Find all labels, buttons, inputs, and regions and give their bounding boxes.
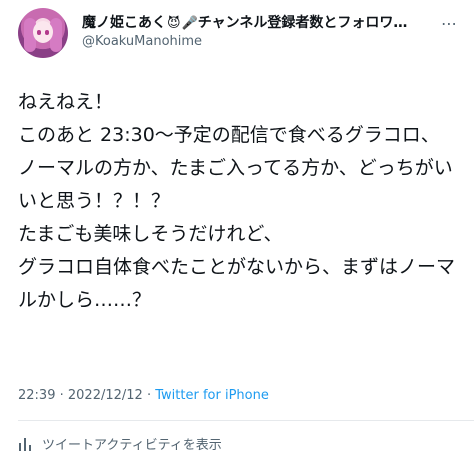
tweet-text: ねえねえ！ このあと 23:30〜予定の配信で食べるグラコロ、 ノーマルの方か、…: [18, 91, 456, 311]
view-activity-link[interactable]: ツイートアクティビティを表示: [18, 434, 222, 455]
tweet-header: 魔ノ姫こあく😈🎤チャンネル登録者数とフォロワ… @KoakuManohime ⋯: [18, 6, 458, 62]
user-handle[interactable]: @KoakuManohime: [82, 34, 202, 49]
display-name-suffix: チャンネル登録者数とフォロワ…: [197, 15, 408, 31]
avatar-face: [33, 21, 53, 43]
more-options-icon[interactable]: ⋯: [441, 14, 458, 33]
display-name-text: 魔ノ姫こあく: [82, 15, 166, 31]
display-name[interactable]: 魔ノ姫こあく😈🎤チャンネル登録者数とフォロワ…: [82, 12, 432, 32]
avatar-eye-left: [37, 30, 41, 35]
meta-separator: ·: [146, 388, 152, 403]
view-activity-label: ツイートアクティビティを表示: [42, 438, 222, 453]
analytics-icon: [18, 437, 32, 455]
tweet-meta: 22:39 · 2022/12/12 · Twitter for iPhone: [18, 388, 269, 403]
avatar[interactable]: [18, 8, 68, 58]
tweet-time[interactable]: 22:39: [18, 388, 55, 403]
avatar-eye-right: [45, 30, 49, 35]
microphone-emoji-icon: 🎤: [181, 16, 198, 31]
tweet-source-link[interactable]: Twitter for iPhone: [155, 388, 269, 403]
devil-emoji-icon: 😈: [167, 16, 181, 31]
divider: [18, 420, 474, 421]
meta-separator: ·: [59, 388, 64, 403]
tweet-date[interactable]: 2022/12/12: [68, 388, 143, 403]
